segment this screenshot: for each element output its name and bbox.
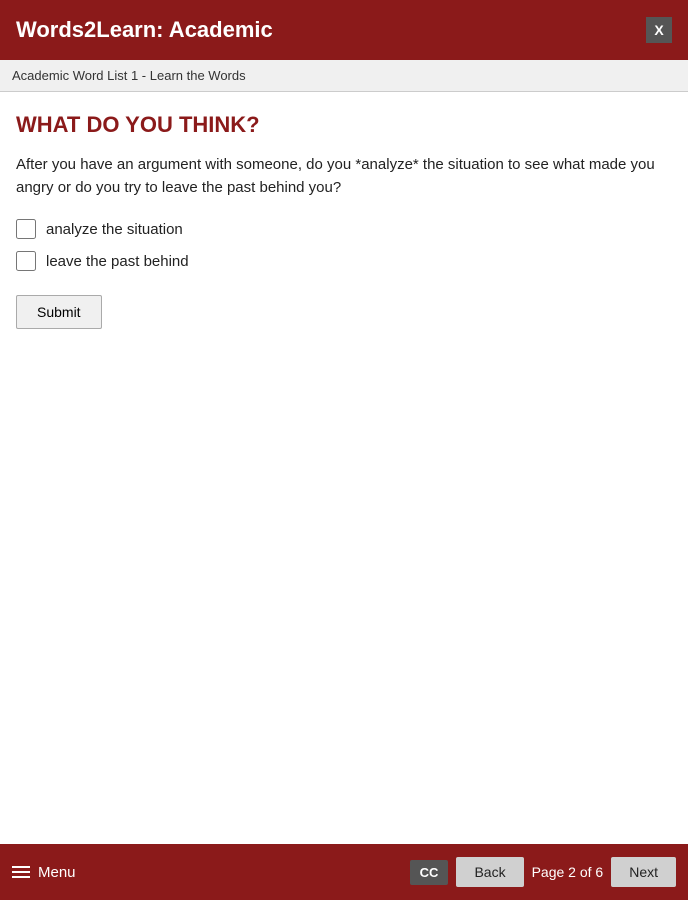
menu-label: Menu [38,864,76,881]
footer: Menu CC Back Page 2 of 6 Next [0,844,688,900]
option-checkbox-1[interactable] [16,219,36,239]
breadcrumb-text: Academic Word List 1 - Learn the Words [12,68,246,83]
section-title: WHAT DO YOU THINK? [16,112,672,138]
option-label-1[interactable]: analyze the situation [46,221,183,238]
option-label-2[interactable]: leave the past behind [46,253,189,270]
page-indicator: Page 2 of 6 [532,864,604,880]
menu-area[interactable]: Menu [12,864,76,881]
list-item: analyze the situation [16,219,672,239]
main-content: WHAT DO YOU THINK? After you have an arg… [0,92,688,840]
submit-button[interactable]: Submit [16,295,102,329]
app-title: Words2Learn: Academic [16,17,273,43]
app-header: Words2Learn: Academic X [0,0,688,60]
options-list: analyze the situation leave the past beh… [16,219,672,271]
menu-icon [12,866,30,878]
list-item: leave the past behind [16,251,672,271]
footer-nav: CC Back Page 2 of 6 Next [410,857,676,887]
question-text: After you have an argument with someone,… [16,154,672,199]
back-button[interactable]: Back [456,857,523,887]
cc-button[interactable]: CC [410,860,449,885]
close-button[interactable]: X [646,17,672,43]
next-button[interactable]: Next [611,857,676,887]
option-checkbox-2[interactable] [16,251,36,271]
breadcrumb: Academic Word List 1 - Learn the Words [0,60,688,92]
